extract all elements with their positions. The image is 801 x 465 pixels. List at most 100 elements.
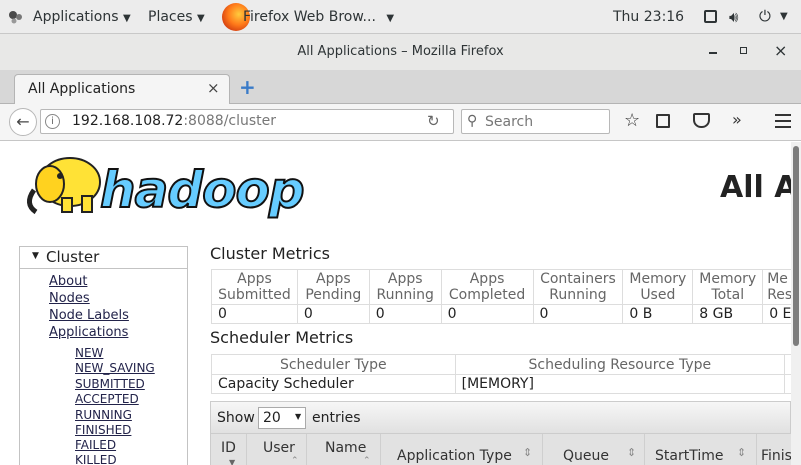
- metric-value: 0: [211, 304, 298, 324]
- url-bar[interactable]: i 192.168.108.72:8088/cluster ↻: [40, 109, 454, 134]
- url-text: 192.168.108.72:8088/cluster: [72, 113, 276, 129]
- col-memory-used[interactable]: Memory Used: [622, 269, 694, 305]
- maximize-icon[interactable]: [740, 47, 747, 54]
- tab-all-applications[interactable]: All Applications ×: [14, 74, 230, 105]
- power-icon[interactable]: ⏻: [759, 7, 771, 25]
- col-containers-running[interactable]: Containers Running: [532, 269, 624, 305]
- sort-icon: ⌃: [291, 456, 299, 465]
- app-state-killed[interactable]: KILLED: [75, 453, 117, 465]
- cluster-metrics-title: Cluster Metrics: [210, 244, 330, 263]
- active-app-label: Firefox Web Brow...: [243, 9, 376, 25]
- app-state-running[interactable]: RUNNING: [75, 408, 132, 422]
- page-title: All A: [720, 170, 791, 205]
- page-viewport: hadoop All A ▼ Cluster About Nodes Node …: [0, 142, 791, 465]
- hadoop-logo: hadoop: [22, 150, 322, 222]
- window-title: All Applications – Mozilla Firefox: [297, 44, 504, 59]
- col-scheduler-type[interactable]: Scheduler Type: [211, 354, 456, 375]
- sort-icon: ⇕: [523, 446, 533, 459]
- hadoop-wordmark: hadoop: [99, 161, 306, 219]
- resource-type-value: [MEMORY]: [454, 374, 786, 394]
- metrics-header-row: Apps Submitted Apps Pending Apps Running Ap…: [211, 269, 791, 305]
- active-app-menu[interactable]: Firefox Web Brow... ▼: [243, 9, 394, 25]
- arrow-left-icon: ←: [16, 112, 30, 131]
- sidebar-link-about[interactable]: About: [49, 274, 87, 289]
- app-state-accepted[interactable]: ACCEPTED: [75, 392, 139, 406]
- chevron-down-icon: ▼: [386, 13, 395, 24]
- chevron-down-icon: ▼: [196, 13, 205, 24]
- page-scrollbar[interactable]: [791, 142, 801, 465]
- col-apps-submitted[interactable]: Apps Submitted: [211, 269, 298, 305]
- col-queue[interactable]: Queue ⇕: [543, 434, 645, 465]
- sidebar-link-node-labels[interactable]: Node Labels: [49, 308, 129, 323]
- reading-list-icon[interactable]: [656, 114, 670, 128]
- app-state-finished[interactable]: FINISHED: [75, 423, 131, 437]
- col-apps-pending[interactable]: Apps Pending: [296, 269, 370, 305]
- info-icon[interactable]: i: [45, 114, 60, 129]
- new-tab-button[interactable]: +: [239, 75, 256, 99]
- clock[interactable]: Thu 23:16: [613, 9, 684, 25]
- entries-select[interactable]: 20 ▼: [258, 407, 306, 429]
- col-apps-completed[interactable]: Apps Completed: [440, 269, 534, 305]
- sort-down-icon: ▼: [229, 458, 236, 465]
- col-user[interactable]: User ⌃: [247, 434, 307, 465]
- col-apps-running[interactable]: Apps Running: [368, 269, 442, 305]
- col-id[interactable]: ID ▼: [211, 434, 247, 465]
- app-state-new-saving[interactable]: NEW_SAVING: [75, 361, 155, 375]
- metrics-value-row: 0 0 0 0 0 0 B 8 GB 0 E: [211, 304, 791, 324]
- applications-menu[interactable]: Applications ▼: [33, 9, 131, 25]
- search-placeholder: Search: [485, 114, 534, 130]
- volume-icon[interactable]: 🔊︎: [729, 8, 738, 26]
- col-starttime[interactable]: StartTime ⇕: [645, 434, 757, 465]
- places-label: Places: [148, 9, 193, 25]
- metric-value: 0 B: [622, 304, 694, 324]
- search-box[interactable]: ⚲ Search: [461, 109, 610, 134]
- tab-close-icon[interactable]: ×: [207, 79, 220, 97]
- app-state-failed[interactable]: FAILED: [75, 438, 116, 452]
- col-memory-reserved[interactable]: Me Res: [762, 269, 791, 305]
- back-button[interactable]: ←: [9, 108, 37, 136]
- pocket-icon[interactable]: [693, 113, 710, 128]
- sidebar-link-applications[interactable]: Applications: [49, 325, 128, 340]
- col-scheduling-resource-type[interactable]: Scheduling Resource Type: [454, 354, 786, 375]
- tab-title: All Applications: [28, 81, 136, 97]
- minimize-icon[interactable]: [709, 52, 717, 54]
- bookmark-star-icon[interactable]: ☆: [624, 110, 640, 131]
- metric-value: 0: [296, 304, 370, 324]
- chevron-down-icon: ▼: [295, 412, 302, 421]
- scheduler-metrics-table: Scheduler Type Scheduling Resource Type …: [211, 354, 791, 394]
- hamburger-menu-icon[interactable]: [775, 114, 791, 128]
- metric-value: 0: [368, 304, 442, 324]
- show-label: Show: [217, 410, 255, 426]
- chevron-down-icon[interactable]: ▼: [780, 11, 788, 22]
- metric-value: 8 GB: [692, 304, 764, 324]
- sidebar-cluster: ▼ Cluster About Nodes Node Labels Applic…: [19, 246, 188, 465]
- scheduler-header-row: Scheduler Type Scheduling Resource Type: [211, 354, 791, 375]
- table-length-bar: Show 20 ▼ entries: [210, 401, 791, 434]
- window-title-bar: All Applications – Mozilla Firefox ×: [0, 34, 801, 70]
- col-finishtime[interactable]: Finis: [757, 434, 791, 465]
- app-state-submitted[interactable]: SUBMITTED: [75, 377, 145, 391]
- col-name[interactable]: Name ⌃: [307, 434, 381, 465]
- overflow-chevrons-icon[interactable]: »: [732, 110, 742, 129]
- places-menu[interactable]: Places ▼: [148, 9, 205, 25]
- close-icon[interactable]: ×: [774, 41, 787, 60]
- sort-icon: ⇕: [737, 446, 747, 459]
- scrollbar-thumb[interactable]: [793, 146, 799, 346]
- chevron-down-icon: ▼: [122, 13, 131, 24]
- sort-icon: ⇕: [627, 446, 637, 459]
- window-overview-icon[interactable]: [704, 10, 717, 23]
- scheduler-type-value: Capacity Scheduler: [211, 374, 456, 394]
- app-state-new[interactable]: NEW: [75, 346, 103, 360]
- cluster-metrics-table: Apps Submitted Apps Pending Apps Running Ap…: [211, 269, 791, 324]
- col-application-type[interactable]: Application Type ⇕: [381, 434, 543, 465]
- entries-count: 20: [263, 410, 281, 426]
- sidebar-header[interactable]: ▼ Cluster: [20, 247, 187, 269]
- col-memory-total[interactable]: Memory Total: [692, 269, 764, 305]
- scheduler-metrics-title: Scheduler Metrics: [210, 328, 354, 347]
- applications-table-header: ID ▼ User ⌃ Name ⌃ Application Type ⇕ Qu…: [210, 434, 791, 465]
- sidebar-link-nodes[interactable]: Nodes: [49, 291, 90, 306]
- reload-icon[interactable]: ↻: [427, 112, 440, 130]
- triangle-down-icon: ▼: [32, 251, 39, 261]
- system-top-bar: Applications ▼ Places ▼ Firefox Web Brow…: [0, 0, 801, 34]
- metric-value: 0 E: [762, 304, 791, 324]
